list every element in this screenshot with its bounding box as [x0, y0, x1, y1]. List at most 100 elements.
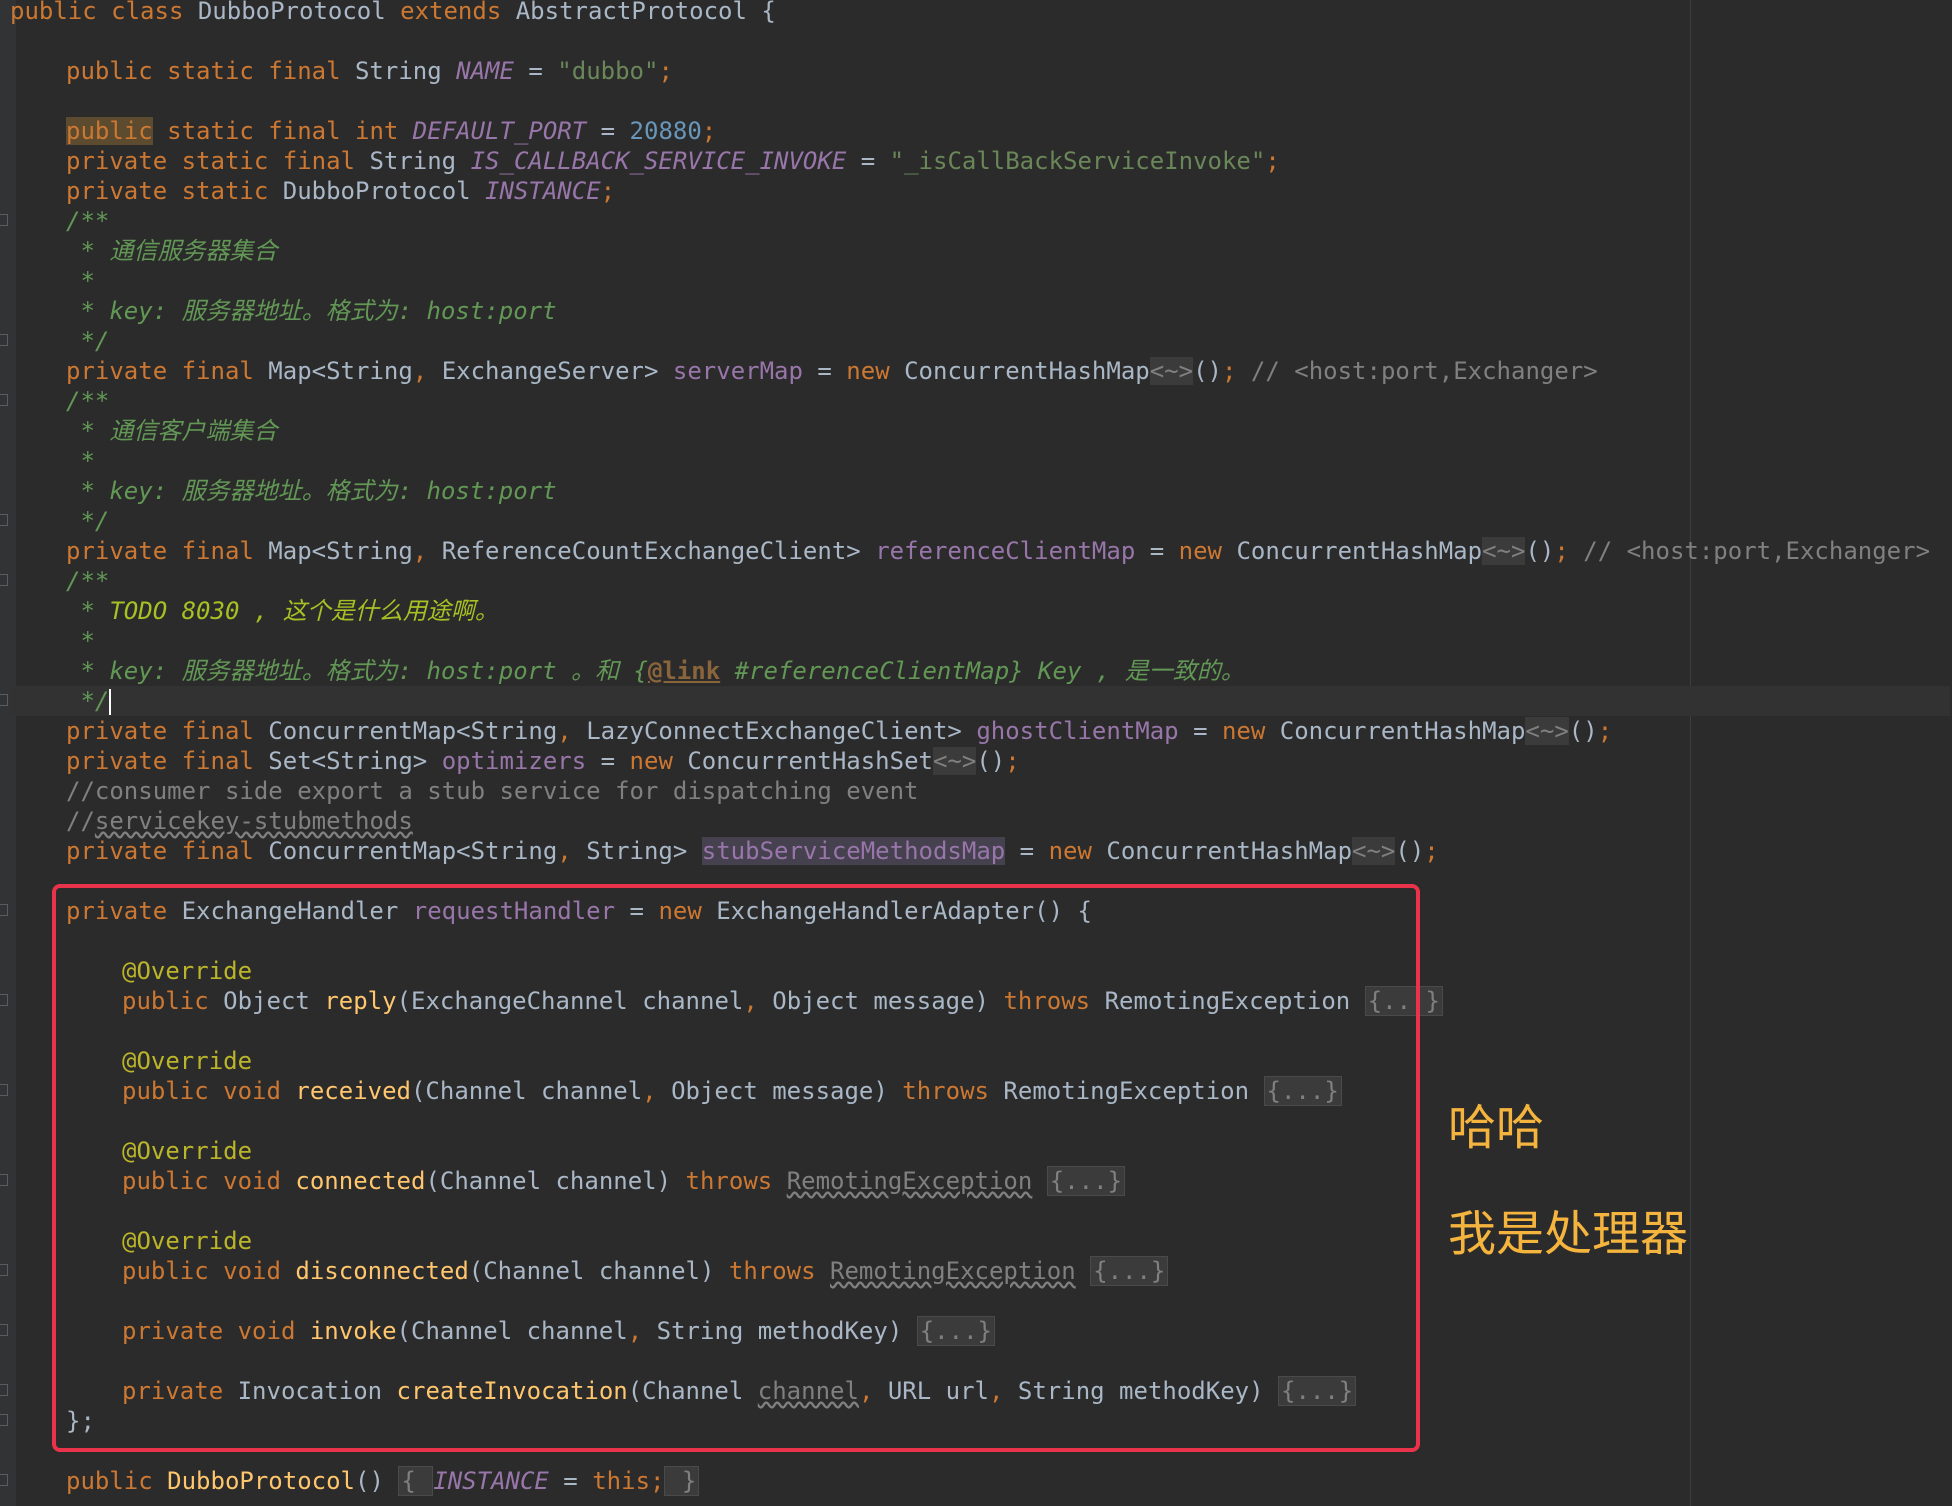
code-line[interactable]: public class DubboProtocol extends Abstr…	[10, 0, 1950, 26]
folded-body[interactable]: {...}	[1090, 1256, 1169, 1286]
doc-comment: /**	[66, 567, 110, 595]
code-line[interactable]: //consumer side export a stub service fo…	[10, 776, 1950, 806]
diamond-fold[interactable]: <~>	[1525, 717, 1569, 745]
fold-end-icon[interactable]	[0, 334, 8, 346]
constructor: ExchangeHandlerAdapter	[716, 897, 1035, 925]
code-line[interactable]: public DubboProtocol() { INSTANCE = this…	[0, 1466, 1950, 1496]
code-line[interactable]: private Invocation createInvocation(Chan…	[0, 1376, 1950, 1406]
doc-link-tag[interactable]: @link	[648, 657, 720, 685]
modifiers: private final	[66, 747, 269, 775]
doc-comment-line[interactable]: *	[10, 446, 1950, 476]
params: (Channel channel)	[468, 1257, 729, 1285]
line-comment: // <host:port,Exchanger>	[1236, 357, 1598, 385]
operator: =	[1005, 837, 1049, 865]
code-line[interactable]: public Object reply(ExchangeChannel chan…	[0, 986, 1950, 1016]
code-line[interactable]: public void received(Channel channel, Ob…	[0, 1076, 1950, 1106]
doc-comment-line[interactable]: * TODO 8030 , 这个是什么用途啊。	[10, 596, 1950, 626]
doc-comment: */	[66, 327, 110, 355]
doc-comment-line[interactable]: * 通信客户端集合	[10, 416, 1950, 446]
code-line[interactable]: private final ConcurrentMap<String, Lazy…	[10, 716, 1950, 746]
doc-comment: *	[66, 627, 95, 655]
code-line[interactable]: public void connected(Channel channel) t…	[0, 1166, 1950, 1196]
doc-comment-line[interactable]: *	[10, 266, 1950, 296]
code-line[interactable]: @Override	[10, 1136, 1950, 1166]
type: Map<String	[268, 537, 413, 565]
doc-comment-line[interactable]: * 通信服务器集合	[10, 236, 1950, 266]
line-comment: //consumer side export a stub service fo…	[66, 777, 919, 805]
code-line[interactable]: @Override	[10, 956, 1950, 986]
doc-comment-line[interactable]: *	[10, 626, 1950, 656]
folded-body-open[interactable]: {	[398, 1466, 434, 1496]
code-line[interactable]: private final ConcurrentMap<String, Stri…	[10, 836, 1950, 866]
fold-end-icon[interactable]	[0, 694, 8, 706]
doc-comment-line[interactable]: * key: 服务器地址。格式为: host:port	[10, 296, 1950, 326]
folded-body[interactable]: {...}	[1046, 1166, 1126, 1196]
doc-comment-line[interactable]: /**	[0, 386, 1950, 416]
folded-body[interactable]: {...}	[1263, 1076, 1342, 1106]
fold-toggle-icon[interactable]	[0, 1084, 8, 1096]
code-line[interactable]: private ExchangeHandler requestHandler =…	[0, 896, 1950, 926]
keyword: extends	[385, 0, 516, 25]
current-line[interactable]: */	[0, 686, 1950, 716]
code-line[interactable]: private final Set<String> optimizers = n…	[10, 746, 1950, 776]
folded-body[interactable]: {...}	[1278, 1376, 1357, 1406]
fold-toggle-icon[interactable]	[0, 1324, 8, 1336]
code-line[interactable]: private final Map<String, ExchangeServer…	[10, 356, 1950, 386]
code-line[interactable]: private final Map<String, ReferenceCount…	[10, 536, 1950, 566]
code-line[interactable]: @Override	[10, 1046, 1950, 1076]
code-line[interactable]: public static final String NAME = "dubbo…	[10, 56, 1950, 86]
fold-toggle-icon[interactable]	[0, 994, 8, 1006]
doc-comment-line[interactable]: * key: 服务器地址。格式为: host:port 。和 {@link #r…	[10, 656, 1950, 686]
doc-comment-line[interactable]: */	[0, 506, 1950, 536]
keyword-new: new	[1178, 537, 1237, 565]
operator: =	[586, 117, 630, 145]
code-area[interactable]: public class DubboProtocol extends Abstr…	[0, 0, 1950, 1496]
diamond-fold[interactable]: <~>	[1352, 837, 1396, 865]
code-line[interactable]: };	[0, 1406, 1950, 1436]
folded-body[interactable]: {...}	[1364, 986, 1443, 1016]
exception-type: RemotingException	[1003, 1077, 1264, 1105]
diamond-fold[interactable]: <~>	[932, 747, 977, 775]
fold-toggle-icon[interactable]	[0, 394, 8, 406]
diamond-fold[interactable]: <~>	[1149, 357, 1194, 385]
diamond-fold[interactable]: <~>	[1482, 537, 1526, 565]
fold-toggle-icon[interactable]	[0, 1474, 8, 1486]
code-line[interactable]: public static final int DEFAULT_PORT = 2…	[10, 116, 1950, 146]
code-line[interactable]: private void invoke(Channel channel, Str…	[0, 1316, 1950, 1346]
code-editor[interactable]: public class DubboProtocol extends Abstr…	[0, 0, 1952, 1506]
folded-body[interactable]: {...}	[916, 1316, 995, 1346]
doc-comment-line[interactable]: /**	[0, 206, 1950, 236]
comma: ,	[858, 1377, 888, 1405]
modifiers: public	[122, 987, 224, 1015]
fold-toggle-icon[interactable]	[0, 1174, 8, 1186]
code-line[interactable]: private static final String IS_CALLBACK_…	[10, 146, 1950, 176]
doc-comment: 。和 {	[556, 657, 648, 685]
exception-type: RemotingException	[1104, 987, 1365, 1015]
annotation-note: 哈哈	[1448, 1100, 1545, 1156]
constructor: ConcurrentHashMap	[904, 357, 1150, 385]
fold-toggle-icon[interactable]	[0, 1264, 8, 1276]
fold-toggle-icon[interactable]	[0, 1384, 8, 1396]
operator: =	[586, 747, 630, 775]
code-line[interactable]: private static DubboProtocol INSTANCE;	[10, 176, 1950, 206]
fold-toggle-icon[interactable]	[0, 574, 8, 586]
code-line[interactable]: //servicekey-stubmethods	[10, 806, 1950, 836]
params: (Channel channel	[396, 1317, 628, 1345]
fold-toggle-icon[interactable]	[0, 214, 8, 226]
fold-toggle-icon[interactable]	[0, 904, 8, 916]
fold-end-icon[interactable]	[0, 1414, 8, 1426]
doc-link-ref[interactable]: #referenceClientMap}	[720, 657, 1024, 685]
modifiers: public void	[122, 1257, 296, 1285]
modifiers: private final	[66, 717, 269, 745]
fold-end-icon[interactable]	[0, 514, 8, 526]
doc-comment-line[interactable]: * key: 服务器地址。格式为: host:port	[10, 476, 1950, 506]
constructor: ConcurrentHashMap	[1106, 837, 1353, 865]
doc-comment-line[interactable]: /**	[0, 566, 1950, 596]
operator: =	[615, 897, 659, 925]
folded-body-close[interactable]: }	[664, 1466, 700, 1496]
line-comment: // <host:port,Exchanger>	[1568, 537, 1931, 565]
field-name: optimizers	[441, 747, 587, 775]
annotation: @Override	[122, 1047, 253, 1075]
doc-comment-line[interactable]: */	[0, 326, 1950, 356]
